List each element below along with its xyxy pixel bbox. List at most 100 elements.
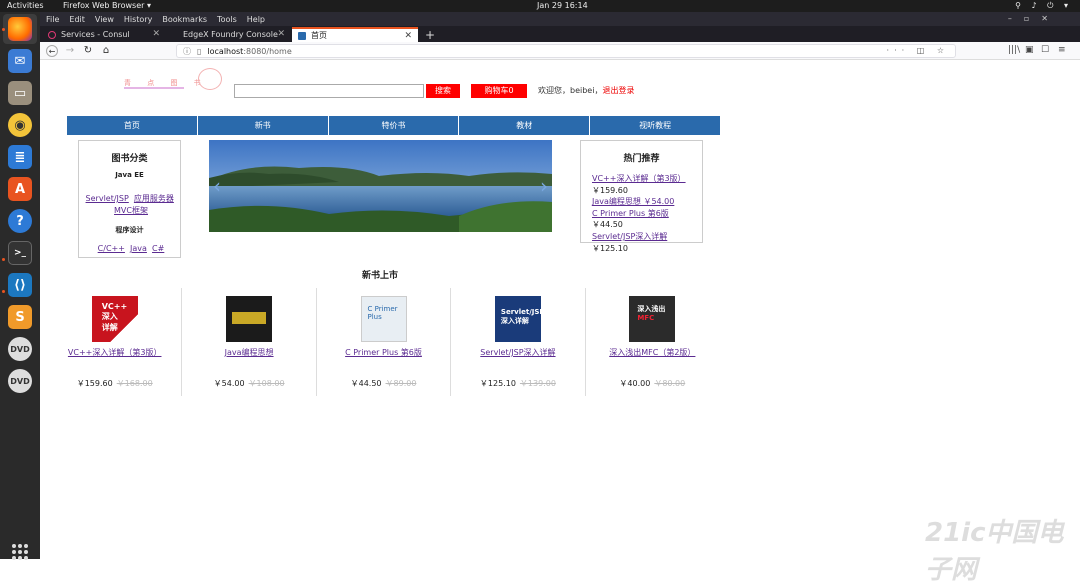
software-icon[interactable]: A (8, 177, 32, 201)
menu-history[interactable]: History (124, 15, 152, 24)
new-books-title: 新书上市 (361, 271, 398, 281)
hot-list: VC++深入详解（第3版） ￥159.60 Java编程思想 ￥54.00 C … (592, 173, 686, 254)
current-price: ￥44.50 (350, 379, 382, 388)
nav-new-books[interactable]: 新书 (198, 116, 329, 135)
hot-recommend-panel: 热门推荐 VC++深入详解（第3版） ￥159.60 Java编程思想 ￥54.… (580, 140, 703, 253)
system-tray[interactable]: ⚲ ♪ ⏻ ▾ (1015, 1, 1072, 11)
close-tab-icon[interactable]: ✕ (152, 29, 160, 39)
close-tab-icon[interactable]: ✕ (404, 31, 412, 41)
carousel-next-icon[interactable]: › (540, 174, 548, 198)
library-icon[interactable]: |||\ (1008, 45, 1020, 55)
book-cover[interactable] (226, 296, 273, 342)
carousel-prev-icon[interactable]: ‹ (213, 174, 221, 198)
watermark: 21ic中国电子网 (925, 518, 1064, 585)
search-input[interactable] (234, 84, 424, 98)
clock[interactable]: Jan 29 16:14 (537, 1, 588, 10)
welcome-message: 欢迎您，beibei，退出登录 (538, 85, 634, 96)
book-title-link[interactable]: VC++深入详解（第3版） (58, 347, 171, 358)
firefox-icon[interactable] (8, 17, 32, 41)
original-price: ￥89.00 (385, 379, 417, 388)
nav-home[interactable]: 首页 (67, 116, 198, 135)
app-menu[interactable]: Firefox Web Browser ▾ (63, 1, 151, 10)
menu-help[interactable]: Help (247, 15, 265, 24)
book-title-link[interactable]: Java编程思想 (192, 347, 305, 358)
back-arrow-icon[interactable]: ← (46, 45, 58, 57)
nav-special-offers[interactable]: 特价书 (329, 116, 460, 135)
book-card: Servlet/JSP 深入详解 Servlet/JSP深入详解 ￥125.10 ￥… (450, 288, 584, 396)
site-logo-seal (198, 68, 222, 90)
writer-icon[interactable]: ≣ (8, 145, 32, 169)
tab-home[interactable]: 首页 ✕ (292, 27, 418, 42)
sidebar-icon[interactable]: ▣ (1025, 45, 1034, 55)
category-links: Servlet/JSP 应用服务器 MVC框架 (85, 193, 177, 217)
window-controls[interactable]: –▫✕ (1008, 14, 1060, 23)
menu-tools[interactable]: Tools (217, 15, 237, 24)
book-price: ￥125.10 ￥139.00 (451, 378, 584, 389)
hot-price: ￥125.10 (592, 243, 628, 253)
url-host: localhost (207, 46, 244, 56)
nav-toolbar: ← → ↻ ⌂ ⓘ ▯ localhost :8080/home ··· ◫ ☆… (40, 42, 1080, 60)
rhythmbox-icon[interactable]: ◉ (8, 113, 32, 137)
sublime-icon[interactable]: S (8, 305, 32, 329)
help-icon[interactable]: ? (8, 209, 32, 233)
menu-bookmarks[interactable]: Bookmarks (162, 15, 207, 24)
logout-link[interactable]: 退出登录 (602, 86, 634, 95)
files-icon[interactable]: ▭ (8, 81, 32, 105)
current-price: ￥54.00 (213, 379, 245, 388)
category-link[interactable]: C/C++ (98, 244, 125, 253)
category-group-title: 程序设计 (115, 226, 144, 234)
dvd-icon[interactable]: DVD (8, 337, 32, 361)
hot-link[interactable]: Servlet/JSP深入详解 (592, 231, 686, 243)
category-link[interactable]: Servlet/JSP (86, 194, 129, 203)
banner-carousel[interactable]: ‹ › (209, 140, 552, 232)
activities-button[interactable]: Activities (7, 1, 44, 10)
cart-button[interactable]: 购物车0 (471, 84, 527, 98)
search-button[interactable]: 搜索 (426, 84, 460, 98)
book-cover[interactable]: C Primer Plus (360, 296, 407, 342)
tab-label: 首页 (311, 31, 327, 40)
hot-link[interactable]: C Primer Plus 第6版 (592, 208, 686, 220)
url-bar[interactable]: ⓘ ▯ localhost :8080/home ··· ◫ ☆ (176, 44, 956, 58)
home-icon[interactable]: ⌂ (100, 45, 112, 57)
close-tab-icon[interactable]: ✕ (277, 29, 285, 39)
nav-textbooks[interactable]: 教材 (459, 116, 591, 135)
book-title-link[interactable]: C Primer Plus 第6版 (327, 347, 440, 358)
book-title-link[interactable]: 深入浅出MFC（第2版） (596, 347, 709, 358)
dvd-icon[interactable]: DVD (8, 369, 32, 393)
book-cover[interactable]: Servlet/JSP 深入详解 (494, 296, 545, 342)
reload-icon[interactable]: ↻ (82, 45, 94, 57)
original-price: ￥139.00 (519, 379, 556, 388)
book-cover[interactable]: 深入浅出 MFC (629, 296, 676, 342)
hot-title: 热门推荐 (623, 154, 660, 164)
page-info-icon[interactable]: ⓘ (183, 46, 191, 57)
book-cover[interactable]: VC++ 深入 详解 (91, 296, 138, 342)
terminal-icon[interactable]: >_ (8, 241, 32, 265)
tab-edgex[interactable]: EdgeX Foundry Console ✕ (167, 27, 291, 42)
book-price: ￥159.60 ￥168.00 (48, 378, 181, 389)
hamburger-menu-icon[interactable]: ≡ (1058, 45, 1066, 55)
reader-icon[interactable]: ☐ (1041, 45, 1049, 55)
category-link[interactable]: MVC框架 (114, 206, 148, 215)
category-link[interactable]: Java (130, 244, 147, 253)
book-price: ￥44.50 ￥89.00 (317, 378, 450, 389)
current-price: ￥40.00 (619, 379, 651, 388)
hot-link[interactable]: Java编程思想 ￥54.00 (592, 196, 686, 208)
menu-view[interactable]: View (95, 15, 114, 24)
forward-arrow-icon[interactable]: → (64, 45, 76, 57)
book-card: 深入浅出 MFC 深入浅出MFC（第2版） ￥40.00 ￥80.00 (584, 288, 719, 396)
menu-file[interactable]: File (46, 15, 59, 24)
vscode-icon[interactable]: ⟨⟩ (8, 273, 32, 297)
show-apps-icon[interactable] (12, 544, 28, 560)
menu-edit[interactable]: Edit (69, 15, 85, 24)
web-page: 青 点 图 书 搜索 购物车0 欢迎您，beibei，退出登录 首页 新书 特价… (40, 60, 1080, 585)
book-title-link[interactable]: Servlet/JSP深入详解 (461, 347, 574, 358)
category-link[interactable]: 应用服务器 (134, 194, 174, 203)
new-tab-button[interactable]: + (425, 28, 435, 42)
category-link[interactable]: C# (152, 244, 164, 253)
thunderbird-icon[interactable]: ✉ (8, 49, 32, 73)
url-actions[interactable]: ··· ◫ ☆ (887, 46, 949, 55)
hot-link[interactable]: VC++深入详解（第3版） (592, 173, 686, 185)
nav-video-tutorials[interactable]: 视听教程 (590, 116, 720, 135)
tab-consul[interactable]: Services - Consul ✕ (42, 27, 166, 42)
book-price: ￥54.00 ￥108.00 (182, 378, 315, 389)
